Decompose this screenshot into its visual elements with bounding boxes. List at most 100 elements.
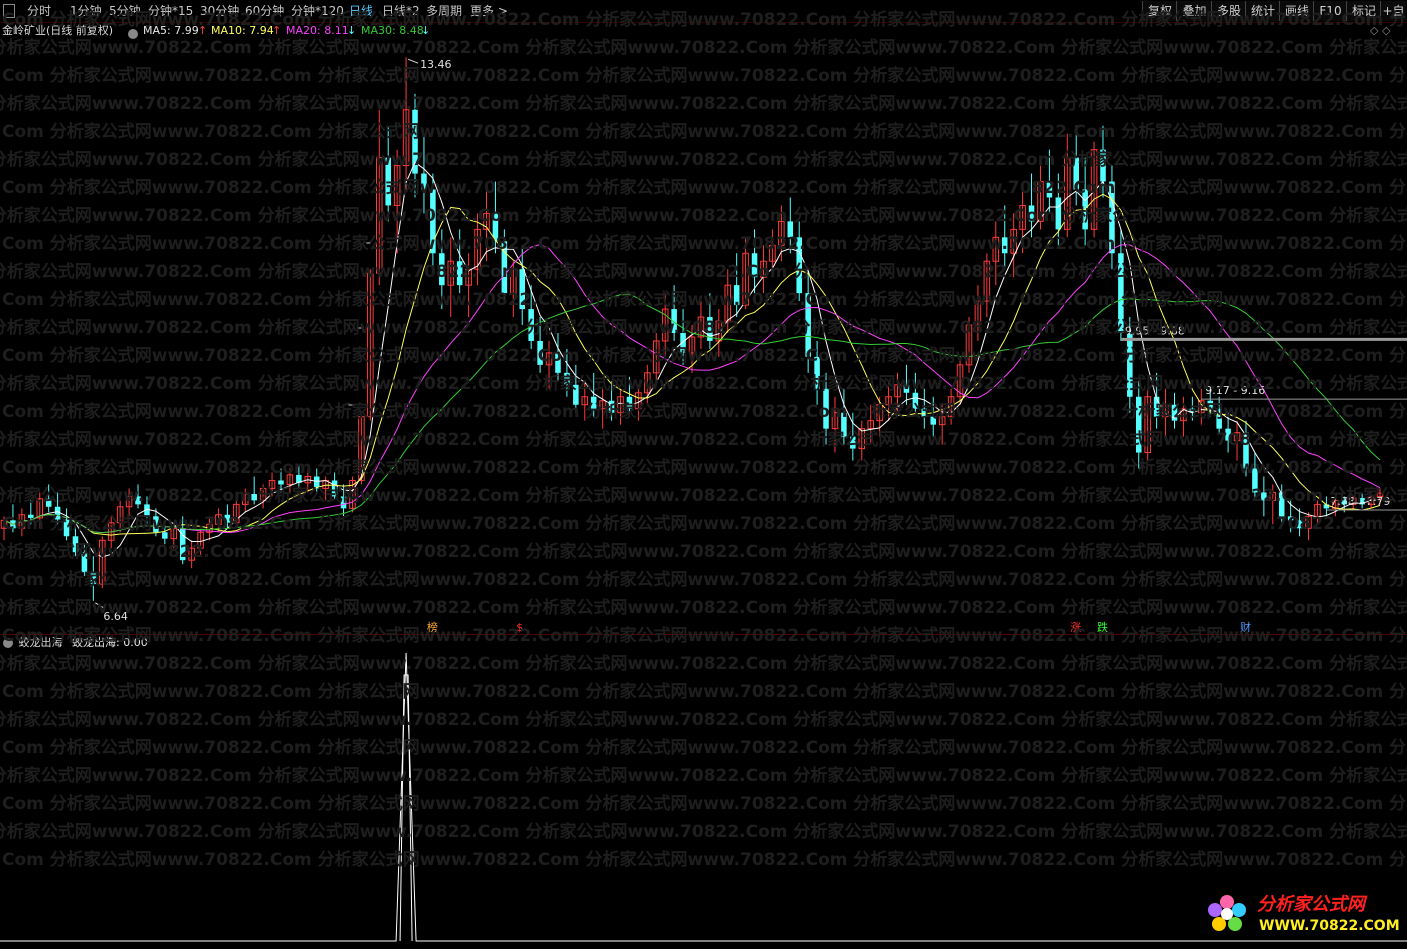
period-tab[interactable]: 5分钟 — [109, 2, 141, 20]
low-price-label: 6.64 — [103, 610, 128, 623]
candle — [430, 173, 436, 270]
candle — [313, 468, 320, 493]
candle — [1082, 157, 1088, 246]
candle — [519, 245, 526, 326]
period-tab[interactable]: 日线*2 — [382, 2, 420, 20]
candle — [661, 293, 669, 357]
toolbar-button[interactable]: F10 — [1313, 1, 1347, 21]
candle — [1323, 496, 1330, 517]
candle — [0, 516, 8, 541]
candle — [135, 484, 141, 509]
candle — [760, 245, 767, 294]
indicator-panel[interactable]: 蛟龙出海 蛟龙出海: 0.00 — [0, 634, 1407, 946]
candle — [680, 309, 686, 365]
ma20-line — [3, 243, 1381, 534]
arrow-down-icon: ↓ — [421, 24, 431, 37]
toolbar-button[interactable]: 复权 — [1142, 1, 1177, 21]
high-price-label: 13.46 — [420, 58, 452, 71]
candle — [1261, 476, 1267, 517]
period-tab[interactable]: 分钟*120 — [291, 2, 344, 20]
candle — [644, 364, 651, 405]
candle — [555, 332, 561, 381]
range-line-3-label: 7.78 - 7.79 — [1330, 495, 1390, 508]
candle — [501, 229, 508, 302]
candle — [545, 340, 553, 389]
toolbar-button[interactable]: 多股 — [1211, 1, 1246, 21]
candle — [99, 536, 106, 589]
dropdown-icon[interactable] — [3, 636, 13, 650]
diamond-icon[interactable]: ◇ ◇ — [1370, 23, 1390, 39]
ma20-label: MA20: 8.11 — [286, 24, 349, 37]
candle — [1287, 500, 1294, 533]
indicator-peak — [399, 674, 413, 942]
period-tab[interactable]: 1分钟 — [70, 2, 102, 20]
candle — [1055, 173, 1062, 246]
arrow-up-icon: ↑ — [272, 24, 282, 37]
candle — [1001, 205, 1008, 270]
candle — [573, 364, 579, 413]
candle — [456, 229, 463, 294]
candle — [1198, 388, 1205, 425]
event-marker: $ — [516, 621, 523, 633]
ma-legend-row: 金岭矿业(日线 前复权) MA5: 7.99 ↑ MA10: 7.94 ↑ MA… — [0, 23, 1407, 39]
toolbar-button[interactable]: 统计 — [1245, 1, 1280, 21]
candle — [831, 396, 839, 453]
candle — [858, 420, 866, 461]
toolbar-button[interactable]: 叠加 — [1176, 1, 1212, 21]
candle — [322, 476, 329, 501]
toolbar-button[interactable]: 标记 — [1346, 1, 1381, 21]
period-tab[interactable]: 60分钟 — [245, 2, 284, 20]
toolbar-button[interactable]: 画线 — [1279, 1, 1314, 21]
candle — [510, 261, 517, 318]
candle — [421, 133, 427, 214]
candle — [1064, 133, 1071, 238]
flower-logo-icon — [1208, 895, 1246, 931]
indicator-name[interactable]: 蛟龙出海 — [19, 636, 63, 649]
candle — [72, 524, 79, 557]
candle — [867, 404, 874, 445]
candle — [296, 464, 302, 489]
toolbar-button[interactable]: +自 — [1380, 1, 1406, 21]
period-tab[interactable]: 分钟*15 — [148, 2, 193, 20]
period-toolbar: 分时 1分钟 5分钟 分钟*15 30分钟 60分钟 分钟*120 日线 日线*2 多周期 更多 >… — [0, 0, 1407, 23]
candle — [876, 396, 883, 437]
candle — [912, 372, 919, 413]
period-tab[interactable]: 日线 — [349, 2, 373, 20]
candle — [652, 332, 660, 381]
candle — [617, 388, 624, 425]
candle — [376, 109, 383, 286]
candle — [125, 488, 133, 517]
candle — [1171, 392, 1178, 429]
candle — [930, 396, 937, 437]
candle — [885, 380, 892, 421]
ma10-label: MA10: 7.94 — [211, 24, 274, 37]
event-marker: 榜 — [427, 620, 438, 633]
candle — [956, 356, 964, 405]
stock-title[interactable]: 金岭矿业(日线 前复权) — [2, 23, 113, 39]
candle — [1135, 380, 1142, 469]
candle — [608, 380, 615, 421]
period-tab[interactable]: 多周期 — [426, 2, 462, 20]
event-marker: 涨 — [1070, 621, 1081, 633]
price-chart[interactable]: 13.46 6.64 9.95 - 9.88 9.17 - 9.16 7.78 - 7.… — [0, 38, 1407, 634]
candle — [1037, 165, 1044, 230]
candle — [1144, 388, 1151, 461]
candle — [1109, 165, 1115, 270]
period-tab[interactable]: 更多 > — [470, 2, 508, 20]
candle — [63, 508, 70, 541]
candle — [81, 544, 88, 577]
candle — [992, 221, 1000, 286]
candle — [1314, 500, 1321, 525]
window-icon[interactable] — [3, 4, 15, 18]
candle — [921, 388, 928, 429]
period-tab[interactable]: 分时 — [27, 2, 51, 20]
indicator-svg — [0, 652, 1407, 942]
ma5-label: MA5: 7.99 — [143, 24, 199, 37]
period-tab[interactable]: 30分钟 — [200, 2, 239, 20]
candle — [814, 340, 820, 405]
candle — [439, 229, 445, 310]
candle — [162, 520, 168, 545]
candle — [349, 476, 356, 513]
candle — [54, 492, 61, 525]
candle — [465, 253, 472, 318]
